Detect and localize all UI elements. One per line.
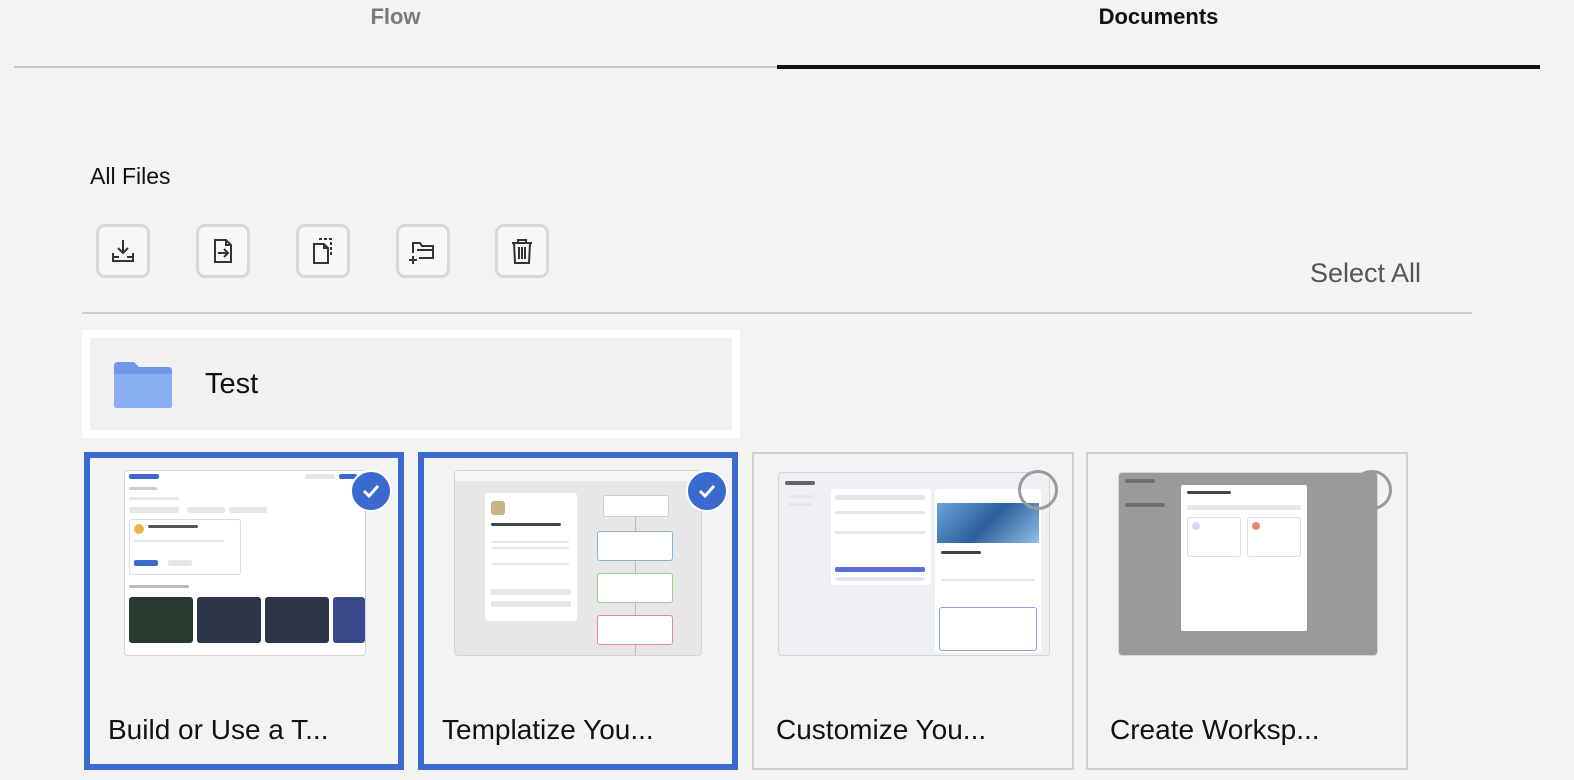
select-checkbox[interactable] [1018, 470, 1058, 510]
download-icon [112, 240, 134, 262]
selected-check-icon[interactable] [350, 470, 392, 512]
folder-container: Test [82, 330, 740, 438]
select-checkbox[interactable] [1352, 470, 1392, 510]
document-title: Customize You... [776, 714, 987, 745]
document-title: Build or Use a T... [108, 714, 329, 745]
tab-bar: Flow Documents [14, 0, 1540, 69]
document-title: Templatize You... [442, 714, 654, 745]
folder-name: Test [205, 368, 259, 400]
download-button[interactable] [96, 224, 150, 278]
export-icon [214, 239, 232, 263]
document-thumbnail [454, 470, 702, 656]
divider [82, 312, 1472, 314]
document-thumbnail [124, 470, 366, 656]
new-folder-icon [409, 242, 434, 264]
delete-button[interactable] [495, 224, 549, 278]
copy-button[interactable] [296, 224, 350, 278]
tab-flow[interactable]: Flow [14, 0, 777, 66]
selected-check-icon[interactable] [686, 470, 728, 512]
document-card[interactable]: Customize You... [752, 452, 1074, 770]
document-thumbnail [1118, 472, 1378, 656]
new-folder-button[interactable] [396, 224, 450, 278]
tab-documents[interactable]: Documents [777, 0, 1540, 69]
document-title: Create Worksp... [1110, 714, 1320, 745]
copy-icon [313, 238, 332, 264]
document-thumbnail [778, 472, 1050, 656]
folder-icon [114, 362, 172, 408]
select-all-button[interactable]: Select All [1310, 258, 1421, 289]
export-button[interactable] [196, 224, 250, 278]
folder-item[interactable]: Test [90, 338, 732, 430]
document-card[interactable]: Templatize You... [418, 452, 738, 770]
trash-icon [512, 239, 532, 264]
document-card[interactable]: Create Worksp... [1086, 452, 1408, 770]
document-card[interactable]: Build or Use a T... [84, 452, 404, 770]
section-title: All Files [90, 163, 171, 189]
